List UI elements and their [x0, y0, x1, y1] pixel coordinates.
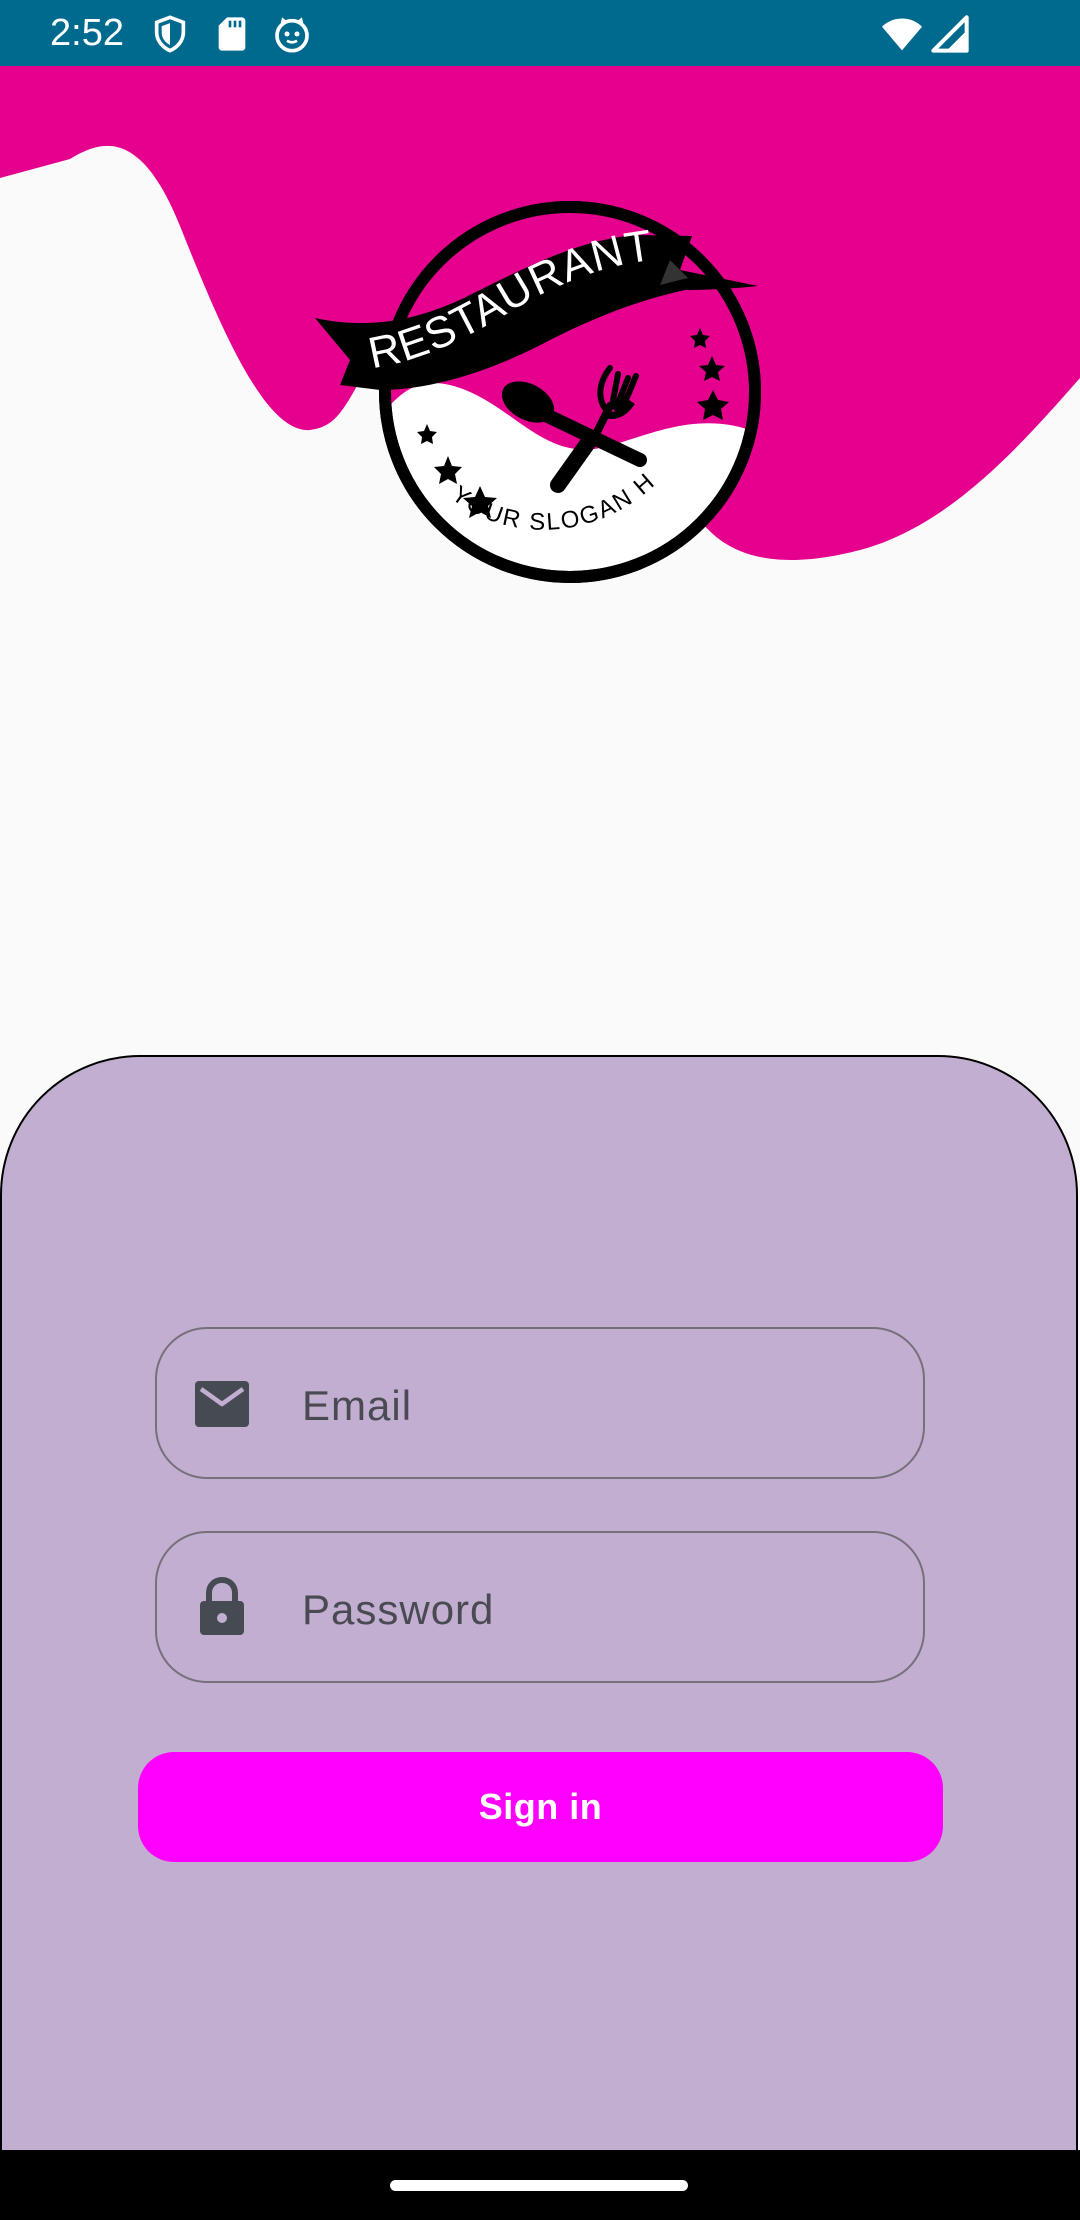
cell-signal-icon	[930, 14, 970, 54]
sd-card-icon	[212, 14, 252, 54]
cat-face-icon	[272, 14, 312, 54]
mail-icon	[193, 1379, 251, 1429]
email-input[interactable]	[300, 1365, 884, 1447]
login-screen: 2:52 RESTAURANT YOUR SLOGAN H Email Sign…	[0, 0, 1080, 2220]
gesture-handle[interactable]	[390, 2180, 688, 2191]
password-input[interactable]	[300, 1569, 884, 1651]
status-bar: 2:52	[0, 0, 1080, 66]
status-time: 2:52	[50, 12, 124, 54]
lock-icon	[197, 1576, 247, 1637]
navigation-bar	[0, 2150, 1080, 2220]
shield-icon	[150, 14, 190, 54]
password-field[interactable]	[155, 1531, 925, 1683]
wifi-icon	[880, 14, 924, 54]
email-field[interactable]	[155, 1327, 925, 1479]
restaurant-logo: RESTAURANT YOUR SLOGAN HERE	[310, 180, 761, 583]
signin-button[interactable]: Sign in	[138, 1752, 943, 1862]
